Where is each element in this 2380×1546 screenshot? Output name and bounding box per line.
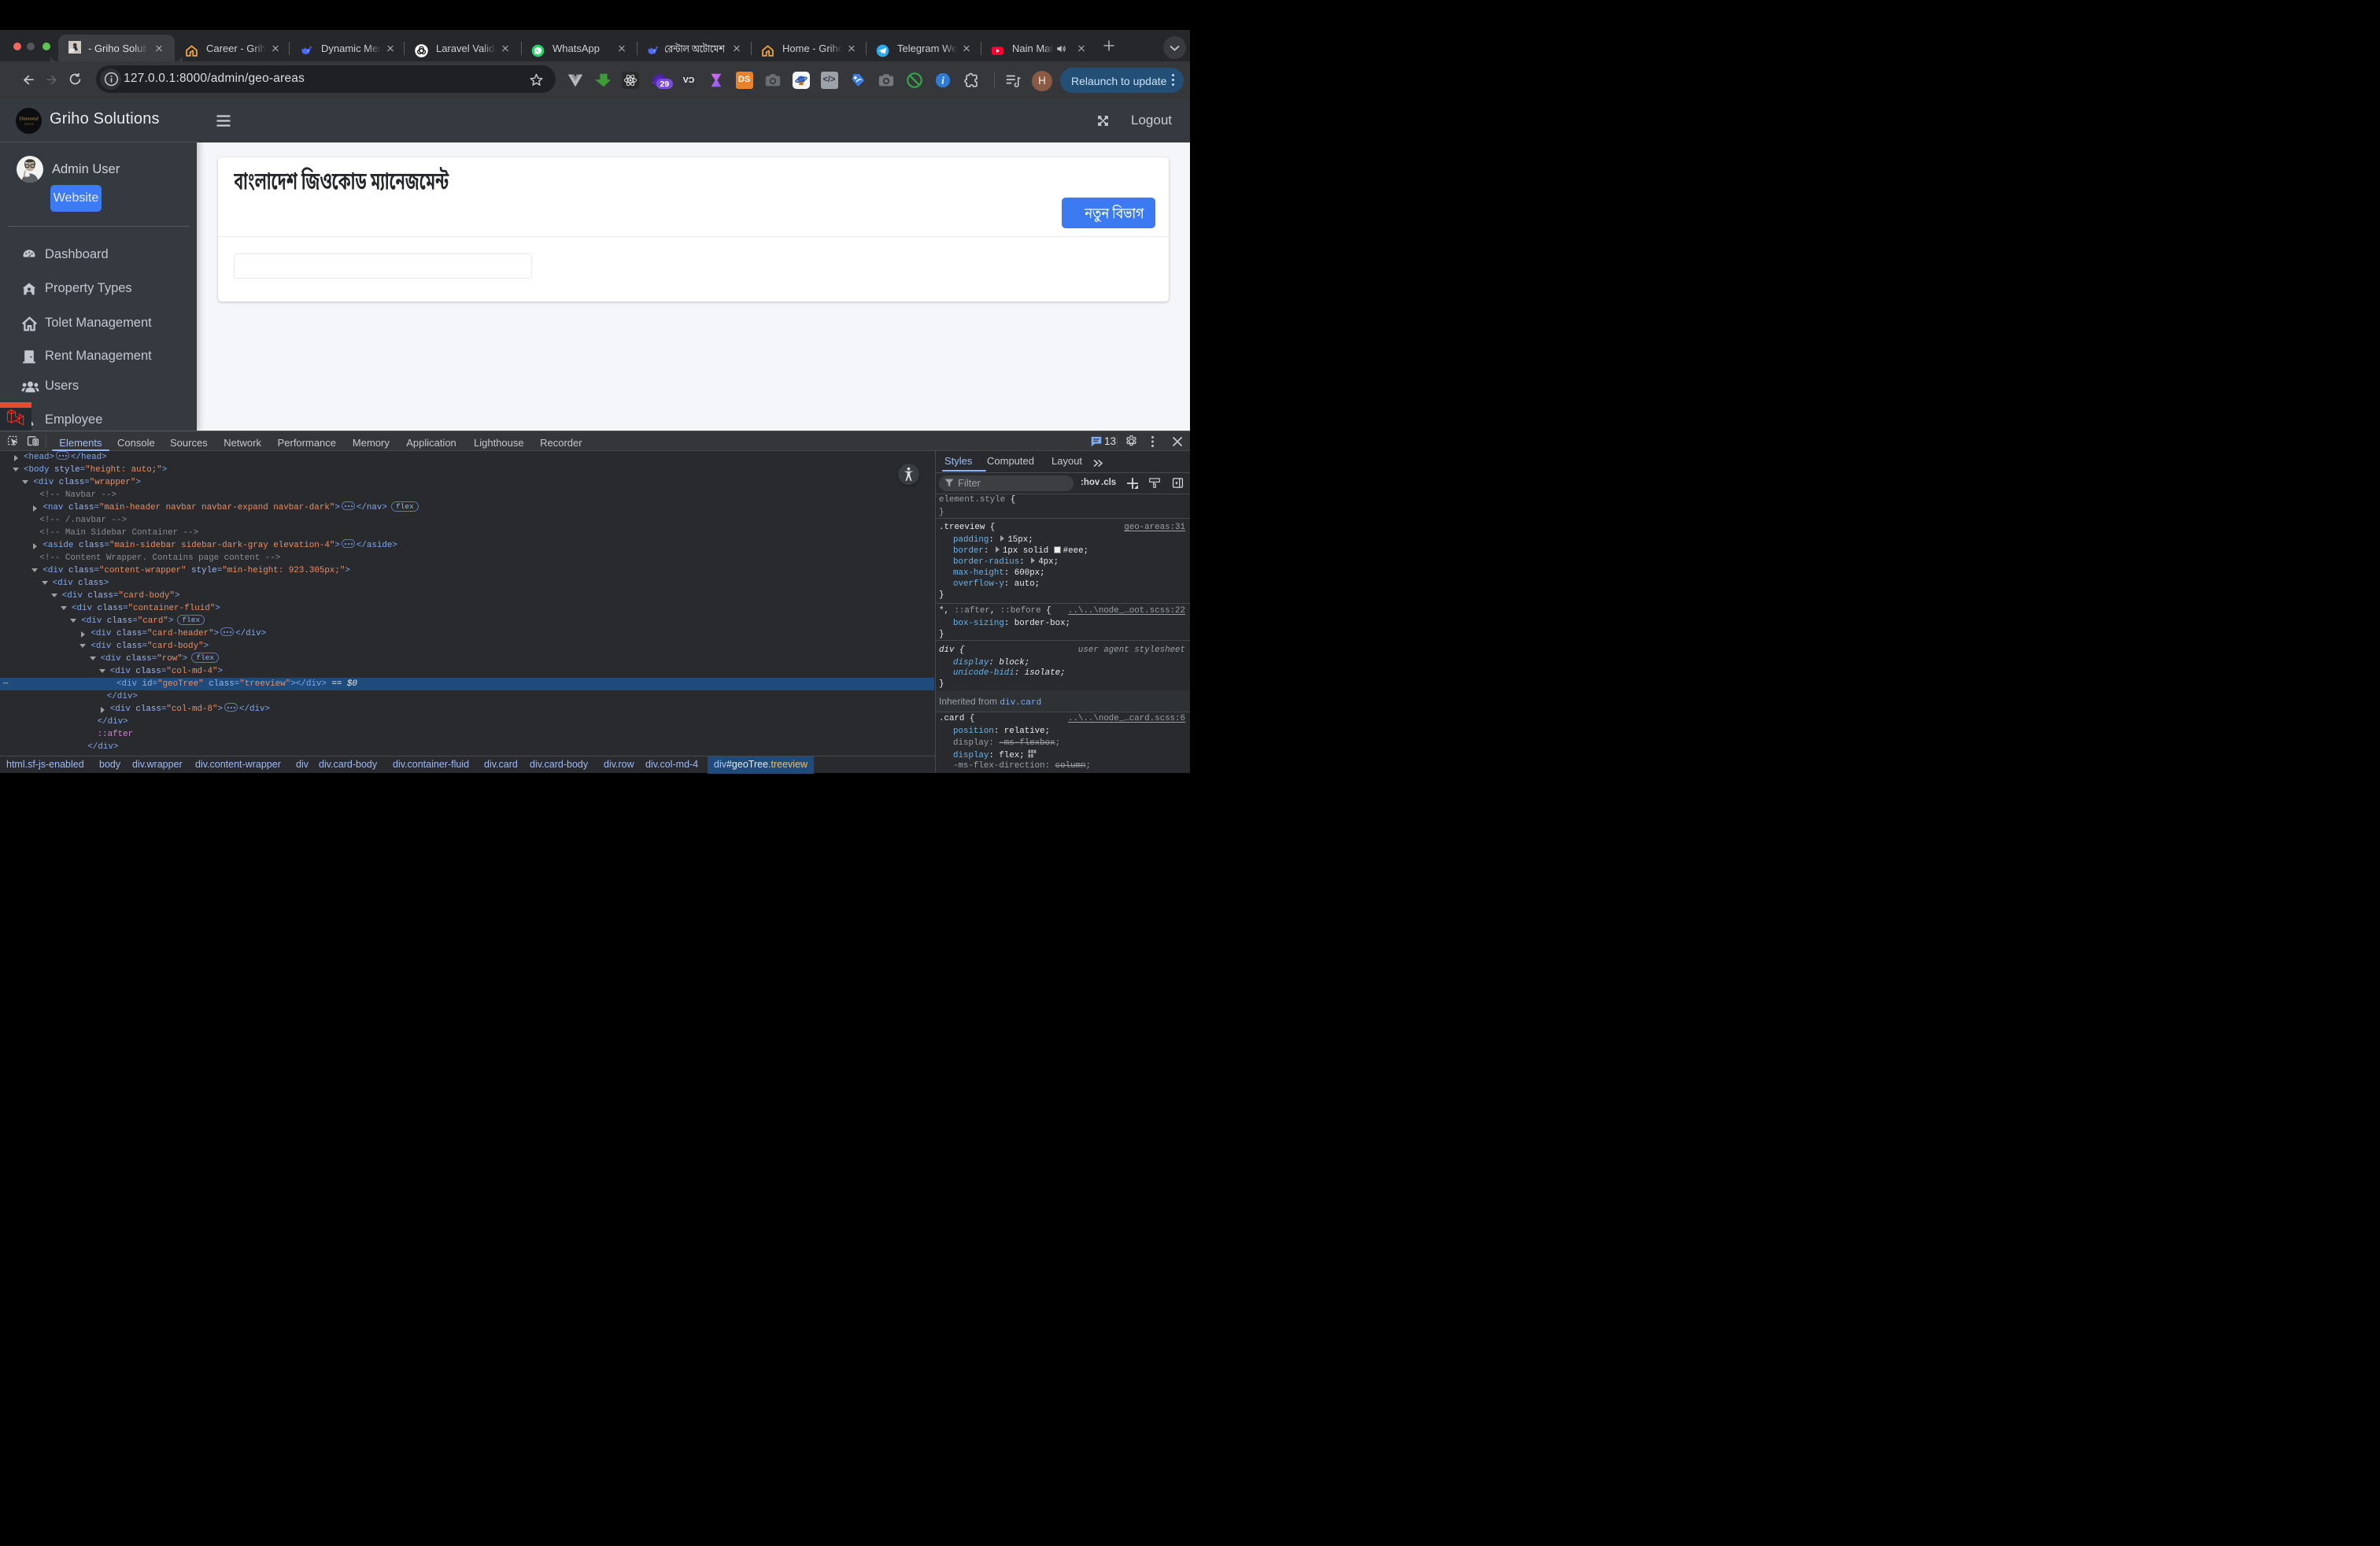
svg-text:Diamond: Diamond: [18, 117, 39, 122]
svg-text:i: i: [941, 76, 944, 87]
svg-text:TOUCH: TOUCH: [24, 123, 34, 126]
